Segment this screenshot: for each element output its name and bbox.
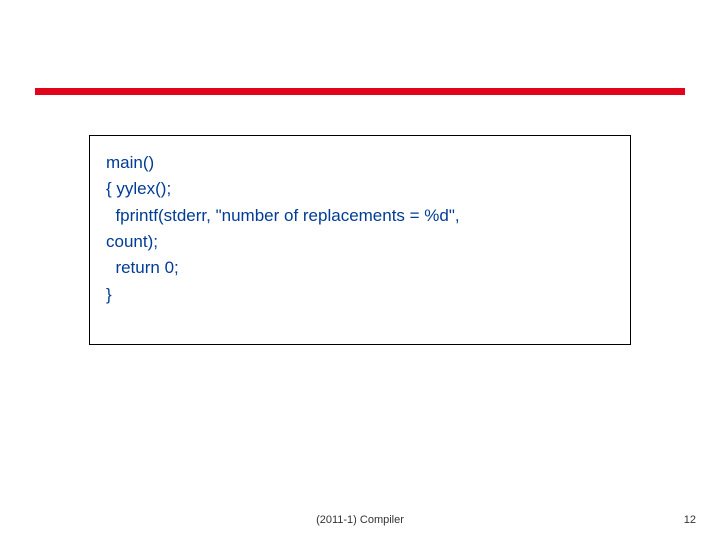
code-line: count); [106,229,620,255]
code-line: return 0; [106,255,620,281]
footer-center-text: (2011-1) Compiler [0,514,720,526]
code-line: { yylex(); [106,176,620,202]
slide: main() { yylex(); fprintf(stderr, "numbe… [0,0,720,540]
code-box: main() { yylex(); fprintf(stderr, "numbe… [89,135,631,345]
code-line: } [106,282,620,308]
code-line: main() [106,150,620,176]
title-underline [35,88,685,95]
code-line: fprintf(stderr, "number of replacements … [106,203,620,229]
page-number: 12 [684,514,696,526]
